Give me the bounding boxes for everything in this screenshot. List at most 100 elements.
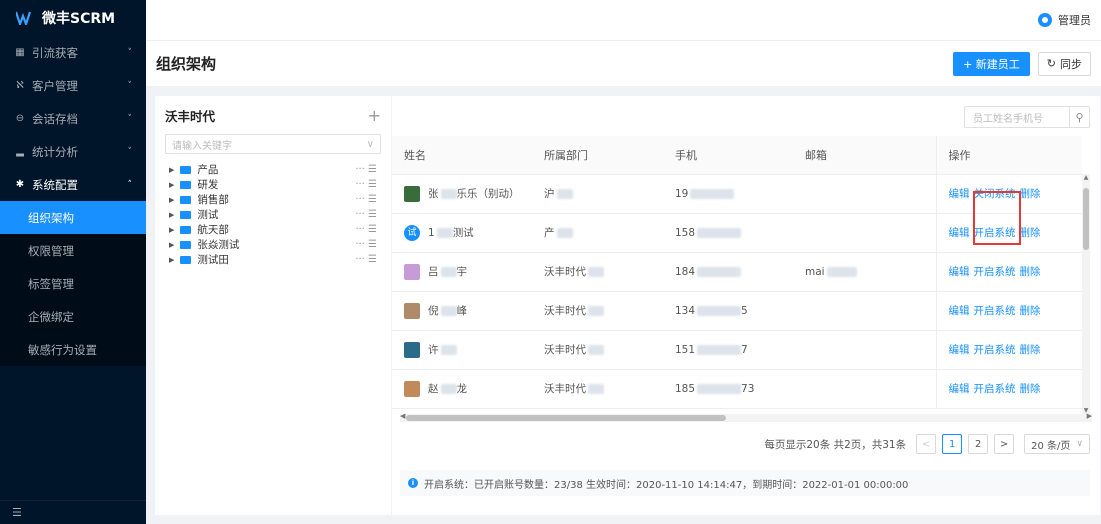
folder-icon — [180, 195, 192, 204]
next-page-button[interactable]: > — [994, 434, 1015, 454]
admin-avatar-icon[interactable] — [1038, 13, 1052, 27]
submenu-item[interactable]: 企微绑定 — [0, 300, 146, 333]
cell-name: 赵龙 — [392, 369, 532, 409]
delete-link[interactable]: 删除 — [1020, 305, 1041, 317]
folder-icon — [180, 165, 192, 174]
cell-department: 沪 — [532, 174, 663, 214]
sidebar-collapse-toggle[interactable]: ☰ — [0, 500, 146, 524]
edit-link[interactable]: 编辑 — [949, 266, 970, 278]
folder-icon — [180, 255, 192, 264]
caret-right-icon[interactable]: ▶ — [169, 181, 174, 189]
more-icon[interactable]: ··· ☰ — [355, 254, 377, 265]
scroll-up-icon[interactable]: ▲ — [1082, 174, 1090, 181]
pagination-summary: 每页显示20条 共2页，共31条 — [764, 438, 907, 451]
add-department-icon[interactable]: + — [368, 106, 381, 125]
caret-right-icon[interactable]: ▶ — [169, 226, 174, 234]
phone-text: 19 — [675, 187, 689, 200]
masked-text — [588, 345, 604, 355]
horizontal-scroll-thumb[interactable] — [406, 415, 726, 421]
masked-text — [440, 188, 457, 199]
page-2-button[interactable]: 2 — [968, 434, 989, 454]
chevron-up-icon: ˄ — [127, 179, 133, 190]
masked-text — [440, 383, 457, 394]
table-row: 许沃丰时代 151 7 编辑 开启系统 删除 — [392, 330, 1082, 370]
vertical-scrollbar[interactable]: ▲ ▼ — [1082, 174, 1090, 414]
tree-node[interactable]: ▶ 研发 ··· ☰ — [169, 177, 377, 192]
delete-link[interactable]: 删除 — [1020, 188, 1041, 200]
tree-node[interactable]: ▶ 张焱测试 ··· ☰ — [169, 237, 377, 252]
delete-link[interactable]: 删除 — [1020, 344, 1041, 356]
employee-search-input[interactable]: 员工姓名手机号 ⚲ — [964, 106, 1090, 128]
scroll-left-icon[interactable]: ◀ — [400, 412, 405, 420]
toggle-system-link[interactable]: 开启系统 — [974, 266, 1016, 278]
page-size-select[interactable]: 20 条/页 ∨ — [1024, 434, 1090, 454]
toggle-system-link[interactable]: 开启系统 — [974, 383, 1016, 395]
tree-node[interactable]: ▶ 测试田 ··· ☰ — [169, 252, 377, 267]
license-info-text: 开启系统：已开启账号数量：23/38 生效时间：2020-11-10 14:14… — [424, 479, 909, 491]
cell-phone: 158 — [663, 213, 793, 253]
delete-link[interactable]: 删除 — [1020, 266, 1041, 278]
folder-icon — [180, 180, 192, 189]
submenu-item[interactable]: 权限管理 — [0, 234, 146, 267]
tree-search-input[interactable]: 请输入关键字 ∨ — [165, 134, 381, 154]
edit-link[interactable]: 编辑 — [949, 383, 970, 395]
page-title: 组织架构 — [156, 55, 217, 73]
caret-right-icon[interactable]: ▶ — [169, 241, 174, 249]
column-header-actions: 操作 — [935, 136, 1082, 175]
tree-node[interactable]: ▶ 产品 ··· ☰ — [169, 162, 377, 177]
submenu-item[interactable]: 组织架构 — [0, 201, 146, 234]
horizontal-scrollbar[interactable]: ◀ ▶ — [400, 412, 1092, 422]
search-icon[interactable]: ⚲ — [1069, 107, 1089, 127]
cell-email — [793, 213, 936, 253]
new-employee-button[interactable]: + 新建员工 — [953, 51, 1030, 76]
tree-node[interactable]: ▶ 航天部 ··· ☰ — [169, 222, 377, 237]
logo[interactable]: 微丰SCRM — [0, 0, 146, 36]
caret-right-icon[interactable]: ▶ — [169, 211, 174, 219]
sync-button[interactable]: ↻ 同步 — [1037, 51, 1091, 76]
delete-link[interactable]: 删除 — [1020, 383, 1041, 395]
toggle-system-link[interactable]: 开启系统 — [974, 344, 1016, 356]
edit-link[interactable]: 编辑 — [949, 227, 970, 239]
sidebar-item-gear[interactable]: ✱ 系统配置 ˄ — [0, 168, 146, 201]
admin-name[interactable]: 管理员 — [1058, 12, 1091, 28]
masked-text — [588, 384, 604, 394]
chart-icon: ▂ — [16, 146, 24, 157]
more-icon[interactable]: ··· ☰ — [355, 209, 377, 220]
sidebar-item-chat[interactable]: ⊖ 会话存档 ˅ — [0, 102, 146, 135]
page-1-button[interactable]: 1 — [942, 434, 963, 454]
submenu-item[interactable]: 敏感行为设置 — [0, 333, 146, 366]
name-part: 倪 — [428, 304, 439, 317]
tree-node-label: 产品 — [197, 164, 219, 176]
more-icon[interactable]: ··· ☰ — [355, 194, 377, 205]
logo-text: 微丰SCRM — [42, 11, 116, 27]
sidebar-item-chart[interactable]: ▂ 统计分析 ˅ — [0, 135, 146, 168]
tree-node[interactable]: ▶ 测试 ··· ☰ — [169, 207, 377, 222]
edit-link[interactable]: 编辑 — [949, 305, 970, 317]
toggle-system-link[interactable]: 开启系统 — [974, 305, 1016, 317]
sidebar-item-label: 会话存档 — [32, 111, 78, 126]
cell-name: 倪峰 — [392, 291, 532, 331]
sidebar-item-label: 系统配置 — [32, 177, 78, 192]
cell-email — [793, 174, 936, 214]
edit-link[interactable]: 编辑 — [949, 188, 970, 200]
vertical-scroll-thumb[interactable] — [1083, 188, 1089, 250]
caret-right-icon[interactable]: ▶ — [169, 256, 174, 264]
chevron-down-icon: ∨ — [366, 138, 374, 150]
more-icon[interactable]: ··· ☰ — [355, 179, 377, 190]
sidebar-item-grid[interactable]: ▦ 引流获客 ˅ — [0, 36, 146, 69]
tree-node-label: 航天部 — [197, 224, 229, 236]
prev-page-button[interactable]: < — [916, 434, 937, 454]
caret-right-icon[interactable]: ▶ — [169, 196, 174, 204]
email-text: mai — [805, 265, 825, 278]
more-icon[interactable]: ··· ☰ — [355, 224, 377, 235]
submenu-item[interactable]: 标签管理 — [0, 267, 146, 300]
delete-link[interactable]: 删除 — [1020, 227, 1041, 239]
edit-link[interactable]: 编辑 — [949, 344, 970, 356]
scroll-right-icon[interactable]: ▶ — [1087, 412, 1092, 420]
more-icon[interactable]: ··· ☰ — [355, 164, 377, 175]
cell-department: 产 — [532, 213, 663, 253]
sidebar-item-users[interactable]: ℵ 客户管理 ˅ — [0, 69, 146, 102]
caret-right-icon[interactable]: ▶ — [169, 166, 174, 174]
more-icon[interactable]: ··· ☰ — [355, 239, 377, 250]
tree-node[interactable]: ▶ 销售部 ··· ☰ — [169, 192, 377, 207]
